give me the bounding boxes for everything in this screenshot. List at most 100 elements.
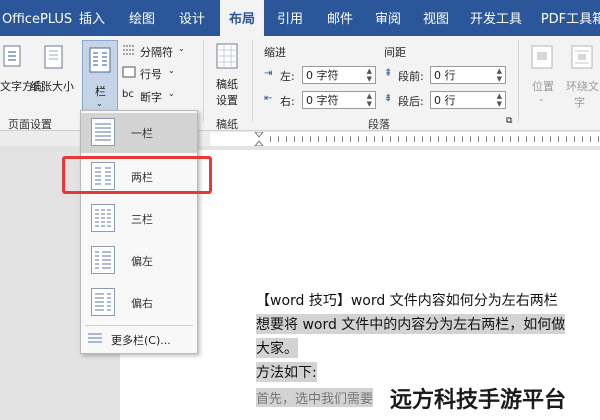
ruler-tick [430, 136, 431, 142]
text-direction-icon[interactable] [2, 44, 24, 70]
ribbon-tab-bar: OfficePLUS 插入 绘图 设计 布局 引用 邮件 审阅 视图 开发工具 … [0, 0, 600, 36]
indent-marker-icon[interactable] [254, 132, 264, 146]
ruler-tick [390, 136, 391, 142]
tab-layout[interactable]: 布局 [220, 0, 264, 36]
tab-insert[interactable]: 插入 [70, 0, 114, 36]
spacing-before-icon: ⇞ [384, 68, 393, 79]
two-columns-highlight [62, 156, 212, 194]
ruler-tick [510, 136, 511, 142]
spacing-before-value: 0 行 [434, 69, 456, 82]
tab-developer[interactable]: 开发工具 [462, 0, 530, 36]
paper-size-button[interactable]: 纸张大小 [30, 78, 74, 94]
ruler-tick [374, 136, 375, 142]
doc-line-title[interactable]: 【word 技巧】word 文件内容如何分为左右两栏 [256, 290, 558, 310]
tab-pdf-tools[interactable]: PDF工具箱 [538, 0, 600, 36]
watermark: 远方科技手游平台 [390, 388, 567, 413]
tab-draw[interactable]: 绘图 [120, 0, 164, 36]
wrap-text-icon[interactable] [570, 44, 594, 70]
manuscript-line2[interactable]: 设置 [216, 92, 238, 108]
columns-button[interactable]: 栏 ⌄ [82, 40, 118, 118]
tab-design[interactable]: 设计 [170, 0, 214, 36]
menu-item-three-columns[interactable]: 三栏 [81, 199, 197, 239]
menu-item-left[interactable]: 偏左 [81, 241, 197, 281]
indent-left-label: 左: [280, 70, 295, 83]
columns-icon [89, 47, 111, 73]
chevron-down-icon: ⌄ [168, 89, 175, 98]
ruler-tick [470, 136, 471, 142]
menu-item-right[interactable]: 偏右 [81, 283, 197, 323]
ruler-tick [382, 136, 383, 142]
indent-right-label: 右: [280, 95, 295, 108]
ruler-tick [478, 136, 479, 142]
menu-item-one-column[interactable]: 一栏 [81, 113, 197, 153]
ruler-tick [286, 136, 287, 142]
ruler-tick [542, 136, 543, 142]
ribbon-separator [518, 40, 519, 122]
manuscript-line1[interactable]: 稿纸 [216, 76, 238, 92]
spacing-after-label: 段后: [398, 95, 424, 108]
indent-right-value: 0 字符 [306, 94, 339, 107]
chevron-down-icon: ⌄ [178, 44, 185, 53]
ruler-tick [350, 136, 351, 142]
indent-title: 缩进 [264, 46, 286, 59]
ruler-tick [526, 136, 527, 142]
doc-line-5[interactable]: 首先，选中我们需要 [256, 388, 374, 407]
menu-item-label: 偏左 [131, 255, 153, 268]
dialog-launcher-icon[interactable]: ⧉ [506, 116, 512, 126]
menu-item-label: 一栏 [131, 127, 153, 140]
ruler-tick [398, 136, 399, 142]
tab-view[interactable]: 视图 [414, 0, 458, 36]
hyphenation-icon: bc [122, 89, 134, 100]
wrap-text-line2[interactable]: 字 [574, 94, 585, 110]
columns-label: 栏 [95, 85, 106, 98]
position-icon[interactable] [530, 44, 554, 70]
spinner-arrows-icon[interactable]: ▲ ▼ [497, 67, 502, 83]
ruler-tick [534, 136, 535, 142]
spinner-arrows-icon[interactable]: ▲ ▼ [367, 67, 372, 83]
ruler-tick [414, 136, 415, 142]
tab-officeplus[interactable]: OfficePLUS [0, 0, 72, 36]
ruler-tick [318, 136, 319, 142]
chevron-down-icon: ⌄ [168, 66, 175, 75]
group-manuscript-label: 稿纸 [216, 118, 238, 131]
wrap-text-line1[interactable]: 环绕文 [566, 78, 599, 94]
ruler-tick [502, 136, 503, 142]
breaks-button[interactable]: 分隔符 [140, 44, 173, 60]
ruler-tick [550, 136, 551, 142]
spacing-after-input[interactable]: 0 行 ▲ ▼ [430, 91, 506, 109]
paper-size-icon[interactable] [42, 44, 66, 72]
indent-right-icon: ⇤ [264, 93, 273, 104]
ruler-tick [486, 136, 487, 142]
ruler-tick [358, 136, 359, 142]
doc-line-4[interactable]: 方法如下: [256, 362, 317, 382]
spacing-title: 间距 [384, 46, 406, 59]
spacing-after-icon: ⇟ [384, 93, 393, 104]
menu-item-more-columns[interactable]: 更多栏(C)... [81, 327, 197, 351]
line-numbers-button[interactable]: 行号 [140, 66, 162, 82]
ruler-tick [582, 136, 583, 142]
indent-right-input[interactable]: 0 字符 ▲ ▼ [302, 91, 376, 109]
horizontal-ruler[interactable] [210, 132, 600, 147]
chevron-down-icon: ⌄ [538, 94, 545, 103]
spinner-arrows-icon[interactable]: ▲ ▼ [497, 92, 502, 108]
doc-line-2[interactable]: 想要将 word 文件中的内容分为左右两栏，如何做 [256, 314, 566, 334]
indent-left-input[interactable]: 0 字符 ▲ ▼ [302, 66, 376, 84]
ruler-tick [406, 136, 407, 142]
manuscript-icon[interactable] [215, 42, 239, 70]
doc-line-3[interactable]: 大家。 [256, 338, 298, 358]
ruler-tick [366, 136, 367, 142]
more-columns-icon [88, 333, 102, 343]
tab-mailings[interactable]: 邮件 [318, 0, 362, 36]
spinner-arrows-icon[interactable]: ▲ ▼ [367, 92, 372, 108]
menu-item-label: 偏右 [131, 297, 153, 310]
tab-references[interactable]: 引用 [268, 0, 312, 36]
ruler-tick [462, 136, 463, 142]
hyphenation-button[interactable]: 断字 [140, 89, 162, 105]
left-column-icon [91, 246, 115, 274]
spacing-before-input[interactable]: 0 行 ▲ ▼ [430, 66, 506, 84]
ruler-tick [294, 136, 295, 142]
tab-review[interactable]: 审阅 [366, 0, 410, 36]
ruler-tick [342, 136, 343, 142]
position-button[interactable]: 位置 [532, 78, 554, 94]
ruler-tick [422, 136, 423, 142]
